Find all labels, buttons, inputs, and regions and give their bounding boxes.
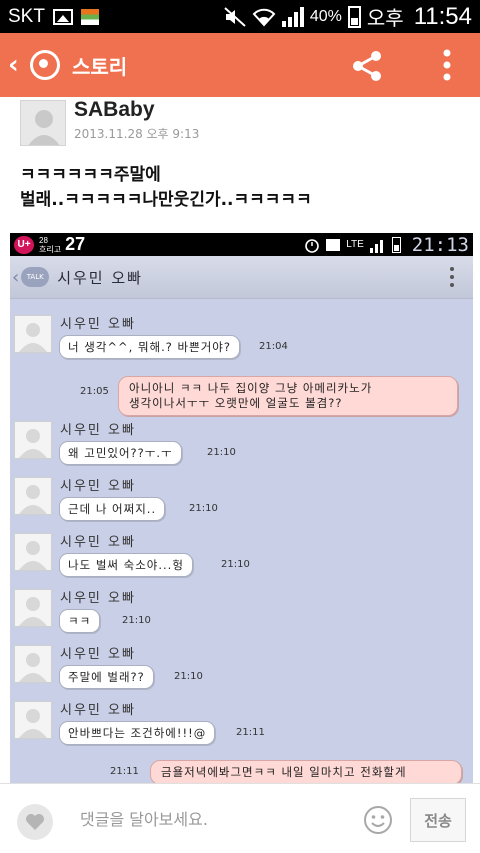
- back-chevron-icon: ‹: [12, 266, 20, 288]
- message-bubble: 왜 고민있어??ㅜ.ㅜ: [59, 441, 182, 465]
- contact-avatar: [14, 645, 52, 683]
- status-bar: SKT 40% 오후 11:54: [0, 0, 480, 33]
- weather-widget: 28 흐리고: [39, 236, 61, 254]
- comment-input[interactable]: [66, 798, 406, 840]
- contact-avatar: [14, 533, 52, 571]
- notification-icon: [326, 238, 341, 251]
- message-bubble: 너 생각^^, 뭐해.? 바쁜거야?: [59, 335, 240, 359]
- carrier-logo: U+: [14, 235, 34, 254]
- contact-avatar: [14, 421, 52, 459]
- post-date: 2013.11.28 오후 9:13: [74, 127, 200, 141]
- like-button[interactable]: [17, 804, 53, 840]
- page-title: 스토리: [72, 54, 128, 79]
- message-time: 21:11: [110, 766, 139, 777]
- message-time: 21:10: [207, 447, 236, 458]
- contact-avatar: [14, 701, 52, 739]
- temperature: 27: [65, 234, 86, 254]
- app-notification-icon: [80, 8, 99, 25]
- chat-header: ‹ TALK 시우민 오빠: [10, 256, 473, 299]
- weather-line2: 흐리고: [39, 244, 62, 254]
- clock: 11:54: [413, 2, 472, 30]
- sender-name: 시우민 오빠: [60, 535, 136, 550]
- image-notification-icon: [52, 8, 73, 25]
- chat-title: 시우민 오빠: [57, 268, 143, 287]
- message-time: 21:10: [174, 671, 203, 682]
- more-menu-icon[interactable]: [442, 48, 452, 82]
- back-chevron-icon[interactable]: ‹: [0, 50, 28, 80]
- message-time: 21:10: [122, 615, 151, 626]
- message-bubble: 근데 나 어쩌지..: [59, 497, 166, 521]
- author-name[interactable]: SABaby: [74, 98, 155, 122]
- attached-screenshot[interactable]: U+ 28 흐리고 27 LTE 21:13 ‹ TALK 시우민 오빠 시우민…: [10, 233, 473, 783]
- message-time: 21:10: [189, 503, 218, 514]
- sender-name: 시우민 오빠: [60, 479, 136, 494]
- outgoing-bubble: 아니아니 ㅋㅋ 나두 집이양 그냥 아메리카노가 생각이나서ㅜㅜ 오랫만에 얼굴…: [118, 376, 458, 416]
- message-bubble: ㅋㅋ: [59, 609, 101, 633]
- battery-icon: [391, 237, 401, 253]
- weather-line1: 28: [39, 235, 48, 245]
- embedded-clock: 21:13: [411, 233, 469, 256]
- contact-avatar: [14, 477, 52, 515]
- heart-icon: [26, 814, 44, 830]
- sender-name: 시우민 오빠: [60, 703, 136, 718]
- sender-name: 시우민 오빠: [60, 423, 136, 438]
- message-time: 21:05: [80, 386, 109, 397]
- send-button[interactable]: 전송: [410, 798, 466, 842]
- comment-bar: 전송: [0, 783, 480, 853]
- sender-name: 시우민 오빠: [60, 317, 136, 332]
- contact-avatar: [14, 589, 52, 627]
- network-type: LTE: [346, 239, 364, 250]
- outgoing-bubble: 금욜저녁에봐그면ㅋㅋ 내일 일마치고 전화할게: [150, 760, 462, 783]
- emoticon-icon[interactable]: [363, 805, 393, 835]
- message-bubble: 나도 벌써 숙소야...헝: [59, 553, 193, 577]
- message-time: 21:11: [236, 727, 265, 738]
- battery-icon: [347, 5, 361, 28]
- share-icon[interactable]: [350, 49, 384, 83]
- ampm-label: 오후: [366, 8, 404, 30]
- sender-name: 시우민 오빠: [60, 647, 136, 662]
- app-bar: ‹ 스토리: [0, 33, 480, 97]
- carrier-label: SKT: [8, 5, 45, 27]
- signal-icon: [281, 6, 304, 27]
- wifi-icon: [252, 8, 276, 26]
- alarm-icon: [305, 238, 319, 253]
- message-time: 21:04: [259, 341, 288, 352]
- embedded-status-bar: U+ 28 흐리고 27 LTE 21:13: [10, 233, 473, 256]
- more-menu-icon: [450, 267, 454, 287]
- mute-icon: [224, 6, 246, 27]
- contact-avatar: [14, 315, 52, 353]
- sender-name: 시우민 오빠: [60, 591, 136, 606]
- talk-badge: TALK: [21, 267, 50, 287]
- message-bubble: 안바쁘다는 조건하에!!!@: [59, 721, 216, 745]
- story-logo-icon[interactable]: [30, 50, 60, 80]
- post-text: ㅋㅋㅋㅋㅋㅋ주말에 벌래..ㅋㅋㅋㅋㅋ나만웃긴가..ㅋㅋㅋㅋㅋ: [20, 165, 312, 210]
- battery-percent: 40%: [309, 7, 342, 25]
- avatar[interactable]: [20, 100, 66, 146]
- signal-icon: [369, 239, 383, 253]
- message-bubble: 주말에 벌래??: [59, 665, 154, 689]
- message-time: 21:10: [221, 559, 250, 570]
